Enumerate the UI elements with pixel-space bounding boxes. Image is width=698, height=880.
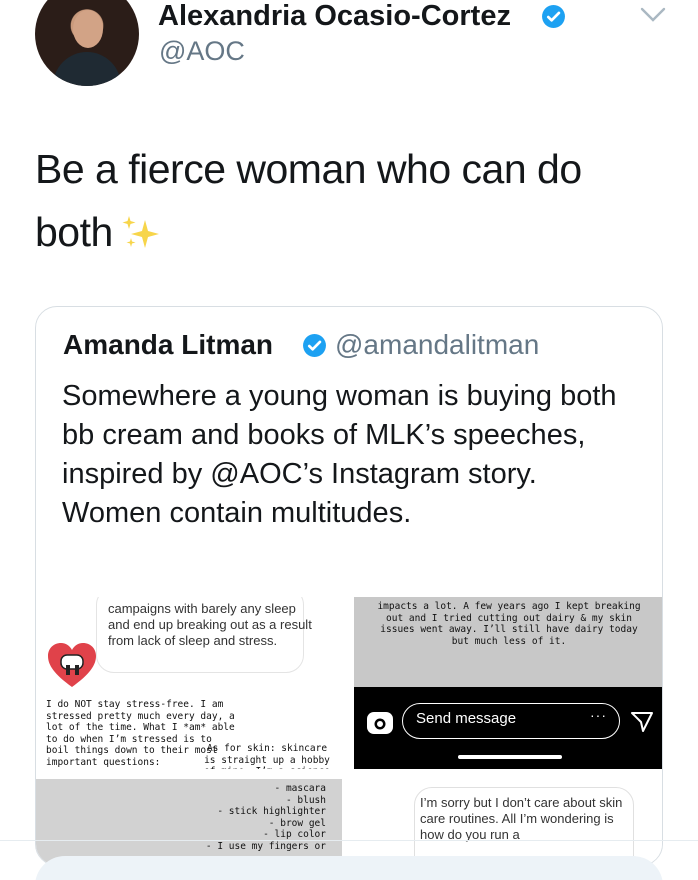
typed-note-2: As for skin: skincare is straight up a h… xyxy=(204,743,330,769)
tweet-text: Be a fierce woman who can do both xyxy=(35,138,665,264)
typed-note: impacts a lot. A few years ago I kept br… xyxy=(377,601,641,647)
quoted-image-3[interactable]: - mascara - blush - stick highlighter - … xyxy=(36,779,342,865)
image-grid: campaigns with barely any sleep and end … xyxy=(36,597,662,865)
heart-icon xyxy=(48,643,96,687)
tweet-header: Alexandria Ocasio-Cortez @AOC xyxy=(0,0,698,100)
author-handle[interactable]: @AOC xyxy=(159,36,245,67)
more-options-icon: ··· xyxy=(590,707,607,723)
avatar[interactable] xyxy=(35,0,139,86)
quoted-image-1[interactable]: campaigns with barely any sleep and end … xyxy=(36,597,342,769)
tweet-text-content: Be a fierce woman who can do both xyxy=(35,146,582,255)
send-message-placeholder: Send message xyxy=(416,710,517,727)
verified-badge-icon xyxy=(542,5,565,28)
quoted-author-name: Amanda Litman xyxy=(63,329,274,360)
home-indicator xyxy=(458,755,562,759)
quoted-image-4[interactable]: I’m sorry but I don’t care about skin ca… xyxy=(354,779,662,865)
verified-badge-icon xyxy=(303,334,326,357)
message-bubble-text: I’m sorry but I don’t care about skin ca… xyxy=(420,795,623,842)
reply-bar[interactable] xyxy=(35,856,663,880)
send-arrow-icon xyxy=(631,712,653,732)
quoted-author-handle: @amandalitman xyxy=(335,329,540,360)
chevron-down-icon[interactable] xyxy=(640,6,666,24)
sparkles-icon xyxy=(122,216,159,248)
message-bubble-text: campaigns with barely any sleep and end … xyxy=(108,601,312,648)
divider xyxy=(0,840,698,841)
quoted-image-2[interactable]: impacts a lot. A few years ago I kept br… xyxy=(354,597,662,769)
typed-list: - mascara - blush - stick highlighter - … xyxy=(205,783,326,852)
author-name[interactable]: Alexandria Ocasio-Cortez xyxy=(158,0,511,33)
camera-icon xyxy=(367,712,393,734)
quoted-tweet-text: Somewhere a young woman is buying both b… xyxy=(62,380,617,529)
quoted-tweet-card[interactable]: Amanda Litman @amandalitman Somewhere a … xyxy=(35,306,663,866)
